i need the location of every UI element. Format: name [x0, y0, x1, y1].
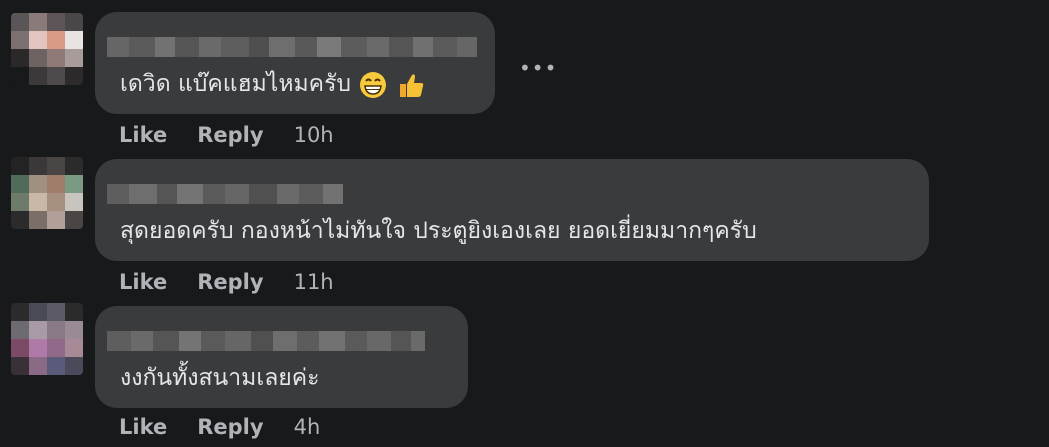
comment-actions: Like Reply 10h [119, 120, 334, 150]
comment-text: งงกันทั้งสนามเลยค่ะ [120, 365, 320, 391]
comment-actions: Like Reply 11h [119, 267, 334, 297]
comment-text: สุดยอดครับ กองหน้าไม่ทันใจ ประตูยิงเองเล… [120, 218, 757, 244]
author-name-blurred[interactable] [107, 37, 477, 57]
reply-button[interactable]: Reply [197, 415, 263, 439]
comment-text-content: เดวิด แบ๊คแฮมไหมครับ [120, 71, 352, 97]
comment-bubble: งงกันทั้งสนามเลยค่ะ [95, 306, 468, 408]
timestamp[interactable]: 11h [294, 270, 334, 294]
comment-text: เดวิด แบ๊คแฮมไหมครับ [120, 66, 426, 102]
grinning-face-emoji-icon [360, 71, 387, 98]
avatar[interactable] [11, 13, 83, 85]
reply-button[interactable]: Reply [197, 270, 263, 294]
thumbs-up-emoji-icon [399, 73, 423, 97]
like-button[interactable]: Like [119, 415, 167, 439]
more-options-button[interactable]: ••• [519, 56, 557, 80]
comment-bubble: สุดยอดครับ กองหน้าไม่ทันใจ ประตูยิงเองเล… [95, 159, 929, 261]
timestamp[interactable]: 10h [294, 123, 334, 147]
timestamp[interactable]: 4h [294, 415, 321, 439]
like-button[interactable]: Like [119, 123, 167, 147]
author-name-blurred[interactable] [107, 184, 343, 204]
comment-actions: Like Reply 4h [119, 412, 320, 442]
author-name-blurred[interactable] [107, 331, 425, 351]
reply-button[interactable]: Reply [197, 123, 263, 147]
comment-bubble: เดวิด แบ๊คแฮมไหมครับ [95, 12, 495, 114]
like-button[interactable]: Like [119, 270, 167, 294]
avatar[interactable] [11, 303, 83, 375]
avatar[interactable] [11, 157, 83, 229]
